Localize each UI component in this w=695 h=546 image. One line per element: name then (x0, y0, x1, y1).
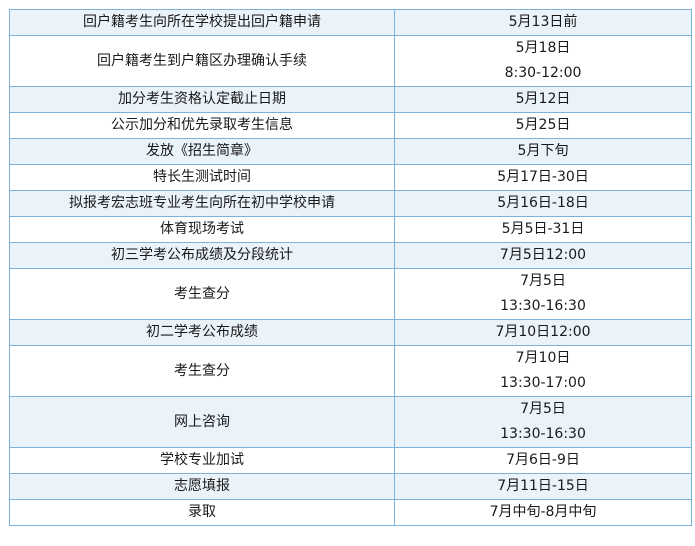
item-cell: 录取 (9, 499, 395, 526)
table-row: 学校专业加试 7月6日-9日 (9, 447, 692, 474)
time-cell: 5月16日-18日 (394, 190, 692, 217)
time-cell: 7月中旬-8月中旬 (394, 499, 692, 526)
time-line: 7月10日 (515, 350, 571, 366)
time-line: 5月17日-30日 (497, 169, 589, 185)
item-cell: 志愿填报 (9, 473, 395, 500)
table-row: 拟报考宏志班专业考生向所在初中学校申请 5月16日-18日 (9, 190, 692, 217)
table-row: 初三学考公布成绩及分段统计 7月5日12:00 (9, 242, 692, 269)
time-line: 7月5日 (520, 401, 566, 417)
time-line: 8:30-12:00 (504, 65, 582, 81)
item-cell: 网上咨询 (9, 396, 395, 448)
item-cell: 回户籍考生到户籍区办理确认手续 (9, 35, 395, 87)
time-cell: 7月5日 13:30-16:30 (394, 268, 692, 320)
time-line: 7月5日12:00 (499, 247, 587, 263)
table-row: 公示加分和优先录取考生信息 5月25日 (9, 112, 692, 139)
time-line: 5月13日前 (508, 14, 578, 30)
table-row: 考生查分 7月5日 13:30-16:30 (9, 268, 692, 320)
table-row: 录取 7月中旬-8月中旬 (9, 499, 692, 526)
time-line: 7月10日12:00 (495, 324, 591, 340)
table-row: 初二学考公布成绩 7月10日12:00 (9, 319, 692, 346)
time-cell: 5月17日-30日 (394, 164, 692, 191)
item-cell: 回户籍考生向所在学校提出回户籍申请 (9, 9, 395, 36)
time-line: 5月12日 (515, 91, 571, 107)
time-line: 13:30-16:30 (500, 298, 586, 314)
table-row: 考生查分 7月10日 13:30-17:00 (9, 345, 692, 397)
item-cell: 初二学考公布成绩 (9, 319, 395, 346)
item-cell: 拟报考宏志班专业考生向所在初中学校申请 (9, 190, 395, 217)
time-cell: 7月5日 13:30-16:30 (394, 396, 692, 448)
table-row: 特长生测试时间 5月17日-30日 (9, 164, 692, 191)
time-line: 5月18日 (515, 40, 571, 56)
item-cell: 公示加分和优先录取考生信息 (9, 112, 395, 139)
table-row: 网上咨询 7月5日 13:30-16:30 (9, 396, 692, 448)
item-cell: 加分考生资格认定截止日期 (9, 86, 395, 113)
schedule-table: 回户籍考生向所在学校提出回户籍申请 5月13日前 回户籍考生到户籍区办理确认手续 5月… (9, 9, 692, 526)
time-cell: 5月下旬 (394, 138, 692, 165)
schedule-body: 回户籍考生向所在学校提出回户籍申请 5月13日前 回户籍考生到户籍区办理确认手续 5月… (9, 9, 692, 526)
item-cell: 发放《招生简章》 (9, 138, 395, 165)
table-row: 发放《招生简章》 5月下旬 (9, 138, 692, 165)
time-cell: 7月11日-15日 (394, 473, 692, 500)
time-cell: 7月6日-9日 (394, 447, 692, 474)
time-line: 7月5日 (520, 273, 566, 289)
time-cell: 5月18日 8:30-12:00 (394, 35, 692, 87)
time-line: 5月5日-31日 (501, 221, 585, 237)
table-row: 回户籍考生到户籍区办理确认手续 5月18日 8:30-12:00 (9, 35, 692, 87)
time-line: 13:30-16:30 (500, 426, 586, 442)
item-cell: 考生查分 (9, 268, 395, 320)
time-cell: 7月10日12:00 (394, 319, 692, 346)
item-cell: 体育现场考试 (9, 216, 395, 243)
item-cell: 学校专业加试 (9, 447, 395, 474)
time-line: 13:30-17:00 (500, 375, 586, 391)
time-cell: 5月13日前 (394, 9, 692, 36)
table-row: 志愿填报 7月11日-15日 (9, 473, 692, 500)
time-cell: 5月5日-31日 (394, 216, 692, 243)
item-cell: 初三学考公布成绩及分段统计 (9, 242, 395, 269)
time-line: 7月6日-9日 (506, 452, 580, 468)
time-cell: 5月25日 (394, 112, 692, 139)
time-line: 7月中旬-8月中旬 (489, 504, 597, 520)
time-line: 5月25日 (515, 117, 571, 133)
time-cell: 7月10日 13:30-17:00 (394, 345, 692, 397)
time-line: 7月11日-15日 (497, 478, 589, 494)
time-line: 5月下旬 (517, 143, 569, 159)
table-row: 回户籍考生向所在学校提出回户籍申请 5月13日前 (9, 9, 692, 36)
table-row: 加分考生资格认定截止日期 5月12日 (9, 86, 692, 113)
time-line: 5月16日-18日 (497, 195, 589, 211)
table-row: 体育现场考试 5月5日-31日 (9, 216, 692, 243)
time-cell: 7月5日12:00 (394, 242, 692, 269)
item-cell: 考生查分 (9, 345, 395, 397)
item-cell: 特长生测试时间 (9, 164, 395, 191)
time-cell: 5月12日 (394, 86, 692, 113)
